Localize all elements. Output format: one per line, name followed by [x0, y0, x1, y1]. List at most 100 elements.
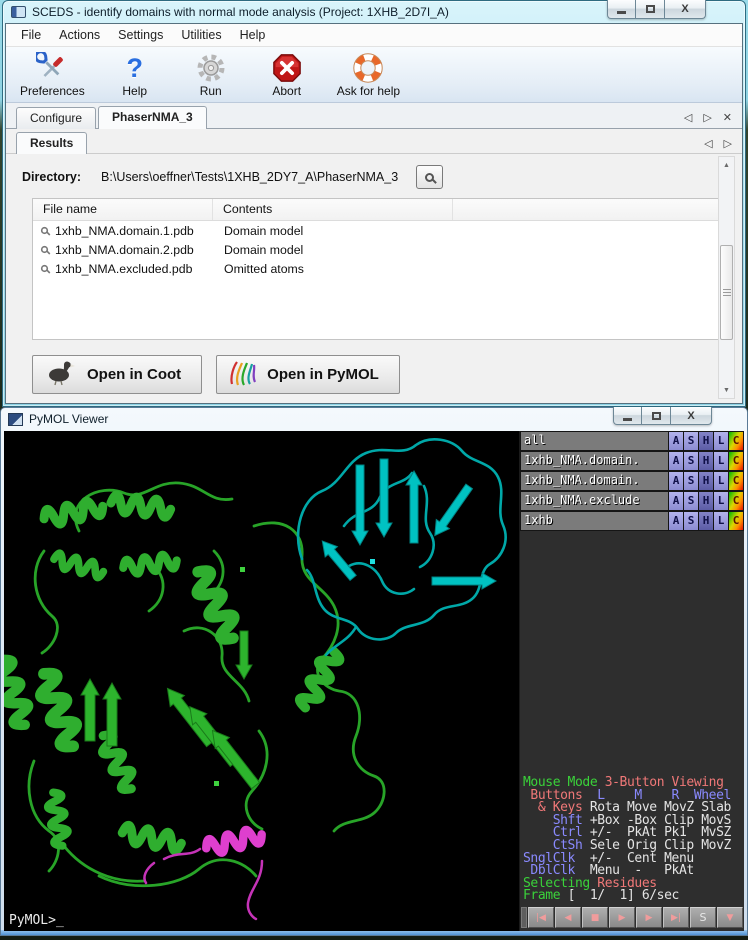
object-h-menu-button[interactable]: H	[699, 431, 714, 451]
tab-configure[interactable]: Configure	[16, 107, 96, 129]
table-row[interactable]: 1xhb_NMA.domain.1.pdbDomain model	[33, 221, 719, 240]
file-preview-icon[interactable]	[41, 246, 48, 253]
close-icon: X	[681, 3, 688, 15]
object-h-menu-button[interactable]: H	[699, 511, 714, 531]
results-scrollbar[interactable]: ▲ ▼	[718, 156, 735, 399]
file-name: 1xhb_NMA.domain.1.pdb	[55, 224, 194, 238]
tab-scroll-left-icon[interactable]: ◁	[684, 111, 692, 124]
abort-button[interactable]: Abort	[261, 51, 313, 98]
help-button[interactable]: ? Help	[109, 51, 161, 98]
object-row: 1xhbASHLC	[520, 511, 744, 531]
object-s-menu-button[interactable]: S	[684, 451, 699, 471]
maximize-button[interactable]	[636, 0, 665, 19]
playback-transport-button[interactable]: |◀	[528, 907, 554, 928]
playback-scene-button[interactable]: S	[690, 907, 716, 928]
object-name-button[interactable]: all	[520, 431, 669, 451]
files-table-header: File name Contents	[33, 199, 719, 221]
minimize-button[interactable]	[607, 0, 636, 19]
file-contents: Omitted atoms	[213, 262, 453, 276]
object-c-menu-button[interactable]: C	[729, 451, 744, 471]
playback-transport-button[interactable]: ▶	[636, 907, 662, 928]
pymol-ribbon-icon	[228, 360, 258, 390]
menu-actions[interactable]: Actions	[50, 25, 109, 45]
preferences-button[interactable]: Preferences	[20, 51, 85, 98]
playback-transport-button[interactable]: ■	[582, 907, 608, 928]
menu-settings[interactable]: Settings	[109, 25, 172, 45]
playback-handle[interactable]	[521, 907, 527, 928]
menu-utilities[interactable]: Utilities	[172, 25, 230, 45]
playback-transport-button[interactable]: ▶	[609, 907, 635, 928]
object-name-button[interactable]: 1xhb_NMA.exclude	[520, 491, 669, 511]
object-l-menu-button[interactable]: L	[714, 431, 729, 451]
file-preview-icon[interactable]	[41, 265, 48, 272]
object-a-menu-button[interactable]: A	[669, 471, 684, 491]
maximize-icon	[652, 412, 661, 420]
object-name-button[interactable]: 1xhb_NMA.domain.	[520, 471, 669, 491]
object-l-menu-button[interactable]: L	[714, 451, 729, 471]
maximize-icon	[646, 5, 655, 13]
object-s-menu-button[interactable]: S	[684, 511, 699, 531]
object-c-menu-button[interactable]: C	[729, 511, 744, 531]
object-a-menu-button[interactable]: A	[669, 491, 684, 511]
question-icon: ?	[126, 54, 143, 82]
scroll-down-icon[interactable]: ▼	[719, 382, 734, 398]
subtab-scroll-right-icon[interactable]: ▷	[724, 137, 732, 150]
menu-file[interactable]: File	[12, 25, 50, 45]
menu-help[interactable]: Help	[231, 25, 275, 45]
object-name-button[interactable]: 1xhb	[520, 511, 669, 531]
scroll-up-icon[interactable]: ▲	[719, 157, 734, 173]
object-h-menu-button[interactable]: H	[699, 491, 714, 511]
object-c-menu-button[interactable]: C	[729, 491, 744, 511]
close-button[interactable]: X	[665, 0, 706, 19]
playback-transport-button[interactable]: ▶|	[663, 907, 689, 928]
run-button[interactable]: Run	[185, 51, 237, 98]
abort-icon	[272, 51, 302, 84]
tab-scroll-right-icon[interactable]: ▷	[703, 111, 711, 124]
column-header-file-name[interactable]: File name	[33, 199, 213, 220]
object-s-menu-button[interactable]: S	[684, 471, 699, 491]
table-row[interactable]: 1xhb_NMA.excluded.pdbOmitted atoms	[33, 259, 719, 278]
object-l-menu-button[interactable]: L	[714, 471, 729, 491]
tab-close-icon[interactable]: ✕	[723, 111, 732, 124]
playback-transport-button[interactable]: ◀	[555, 907, 581, 928]
open-in-pymol-button[interactable]: Open in PyMOL	[216, 355, 400, 394]
object-a-menu-button[interactable]: A	[669, 451, 684, 471]
main-tabbar: Configure PhaserNMA_3 ◁ ▷ ✕	[6, 103, 742, 129]
column-header-contents[interactable]: Contents	[213, 199, 453, 220]
file-preview-icon[interactable]	[41, 227, 48, 234]
directory-row: Directory: B:\Users\oeffner\Tests\1XHB_2…	[22, 165, 443, 189]
sceds-window: SCEDS - identify domains with normal mod…	[2, 0, 746, 407]
scrollbar-thumb[interactable]	[720, 245, 733, 340]
sceds-window-body: File Actions Settings Utilities Help Pre…	[5, 23, 743, 404]
pymol-command-prompt[interactable]: PyMOL>_	[9, 913, 64, 928]
object-c-menu-button[interactable]: C	[729, 471, 744, 491]
browse-directory-button[interactable]	[416, 165, 443, 189]
pymol-sidebar: allASHLC1xhb_NMA.domain.ASHLC1xhb_NMA.do…	[519, 431, 744, 931]
table-row[interactable]: 1xhb_NMA.domain.2.pdbDomain model	[33, 240, 719, 259]
object-name-button[interactable]: 1xhb_NMA.domain.	[520, 451, 669, 471]
object-h-menu-button[interactable]: H	[699, 471, 714, 491]
menubar: File Actions Settings Utilities Help	[6, 24, 742, 47]
object-s-menu-button[interactable]: S	[684, 431, 699, 451]
playback-menu-button[interactable]: ▼	[717, 907, 743, 928]
object-l-menu-button[interactable]: L	[714, 511, 729, 531]
ask-for-help-button[interactable]: Ask for help	[337, 51, 400, 98]
subtab-scroll-left-icon[interactable]: ◁	[704, 137, 712, 150]
pymol-close-button[interactable]: X	[671, 407, 712, 425]
object-a-menu-button[interactable]: A	[669, 431, 684, 451]
open-in-coot-button[interactable]: Open in Coot	[32, 355, 202, 394]
coot-bird-icon	[44, 360, 78, 390]
object-l-menu-button[interactable]: L	[714, 491, 729, 511]
pymol-app-icon	[8, 413, 23, 426]
pymol-maximize-button[interactable]	[642, 407, 671, 425]
object-s-menu-button[interactable]: S	[684, 491, 699, 511]
sceds-window-controls: X	[607, 0, 706, 19]
object-h-menu-button[interactable]: H	[699, 451, 714, 471]
pymol-minimize-button[interactable]	[613, 407, 642, 425]
tab-results[interactable]: Results	[16, 132, 87, 155]
tab-phasernma-3[interactable]: PhaserNMA_3	[98, 106, 207, 129]
object-a-menu-button[interactable]: A	[669, 511, 684, 531]
molecule-viewport[interactable]: PyMOL>_	[4, 431, 519, 931]
object-c-menu-button[interactable]: C	[729, 431, 744, 451]
tools-icon	[36, 51, 68, 84]
